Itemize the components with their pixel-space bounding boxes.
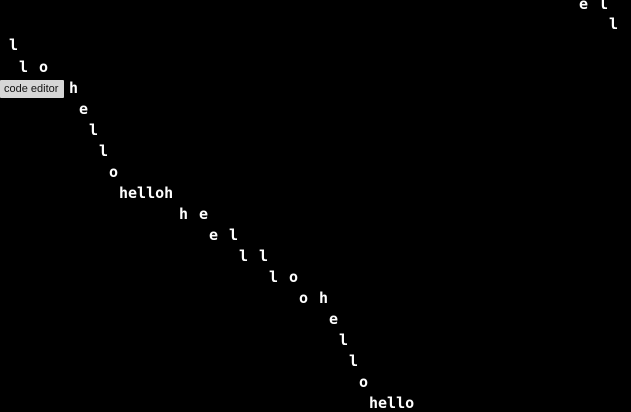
canvas-glyph: l bbox=[99, 142, 109, 160]
canvas-glyph: e bbox=[199, 205, 209, 223]
canvas-glyph: l bbox=[229, 226, 239, 244]
canvas-glyph: o bbox=[109, 163, 119, 181]
canvas-glyph: l bbox=[239, 247, 249, 265]
canvas-glyph: l bbox=[9, 36, 19, 54]
canvas-glyph: l bbox=[269, 268, 279, 286]
canvas-glyph: h bbox=[69, 79, 79, 97]
canvas-glyph: o bbox=[39, 58, 49, 76]
canvas-glyph: o bbox=[359, 373, 369, 391]
canvas-glyph: l bbox=[339, 331, 349, 349]
canvas-glyph: l bbox=[259, 247, 269, 265]
canvas-glyph: l bbox=[599, 0, 609, 13]
code-editor-tooltip: code editor bbox=[0, 80, 65, 98]
canvas-glyph: h bbox=[179, 205, 189, 223]
output-canvas: e l l l l o h e l l o helloh h e e l l l… bbox=[0, 0, 631, 412]
canvas-glyph: e bbox=[329, 310, 339, 328]
canvas-glyph: o bbox=[289, 268, 299, 286]
canvas-glyph: e bbox=[79, 100, 89, 118]
canvas-glyph: l bbox=[349, 352, 359, 370]
canvas-glyph: helloh bbox=[119, 184, 174, 202]
canvas-glyph: l bbox=[89, 121, 99, 139]
canvas-glyph: o bbox=[299, 289, 309, 307]
canvas-glyph: l bbox=[609, 15, 619, 33]
canvas-glyph: e bbox=[579, 0, 589, 13]
canvas-glyph: e bbox=[209, 226, 219, 244]
canvas-glyph: hello bbox=[369, 394, 415, 412]
canvas-glyph: l bbox=[19, 58, 29, 76]
canvas-glyph: h bbox=[319, 289, 329, 307]
